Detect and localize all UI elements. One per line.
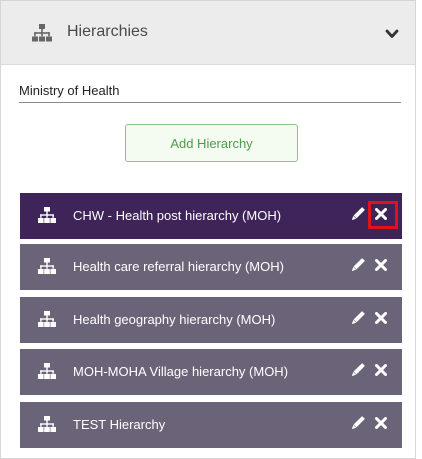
hierarchy-name: MOH-MOHA Village hierarchy (MOH) bbox=[73, 364, 289, 379]
close-icon[interactable] bbox=[375, 417, 387, 429]
pencil-icon[interactable] bbox=[350, 363, 365, 378]
chevron-down-icon[interactable] bbox=[385, 28, 399, 40]
hierarchy-row[interactable]: TEST Hierarchy bbox=[20, 402, 402, 448]
pencil-icon[interactable] bbox=[350, 207, 365, 222]
close-icon[interactable] bbox=[375, 364, 387, 376]
hierarchies-panel: Hierarchies Ministry of Health Add Hiera… bbox=[0, 0, 416, 459]
hierarchy-row[interactable]: CHW - Health post hierarchy (MOH) bbox=[20, 193, 402, 239]
hierarchy-row[interactable]: Health care referral hierarchy (MOH) bbox=[20, 244, 402, 290]
organisation-label: Ministry of Health bbox=[19, 83, 120, 98]
sitemap-icon bbox=[32, 24, 52, 42]
panel-header[interactable]: Hierarchies bbox=[1, 1, 415, 65]
close-icon[interactable] bbox=[375, 312, 387, 324]
hierarchy-name: TEST Hierarchy bbox=[73, 417, 166, 432]
pencil-icon[interactable] bbox=[350, 258, 365, 273]
close-icon[interactable] bbox=[375, 259, 387, 271]
hierarchy-name: Health care referral hierarchy (MOH) bbox=[73, 259, 284, 274]
sitemap-icon bbox=[38, 311, 56, 327]
sitemap-icon bbox=[38, 207, 56, 223]
add-hierarchy-button[interactable]: Add Hierarchy bbox=[125, 124, 298, 162]
hierarchy-row[interactable]: MOH-MOHA Village hierarchy (MOH) bbox=[20, 349, 402, 395]
pencil-icon[interactable] bbox=[350, 311, 365, 326]
hierarchy-name: CHW - Health post hierarchy (MOH) bbox=[73, 208, 282, 223]
organisation-select[interactable]: Ministry of Health bbox=[19, 81, 401, 103]
pencil-icon[interactable] bbox=[350, 416, 365, 431]
panel-title: Hierarchies bbox=[67, 23, 148, 40]
sitemap-icon bbox=[38, 416, 56, 432]
hierarchy-row[interactable]: Health geography hierarchy (MOH) bbox=[20, 297, 402, 343]
hierarchy-name: Health geography hierarchy (MOH) bbox=[73, 312, 276, 327]
sitemap-icon bbox=[38, 258, 56, 274]
sitemap-icon bbox=[38, 363, 56, 379]
close-icon[interactable] bbox=[375, 208, 387, 220]
